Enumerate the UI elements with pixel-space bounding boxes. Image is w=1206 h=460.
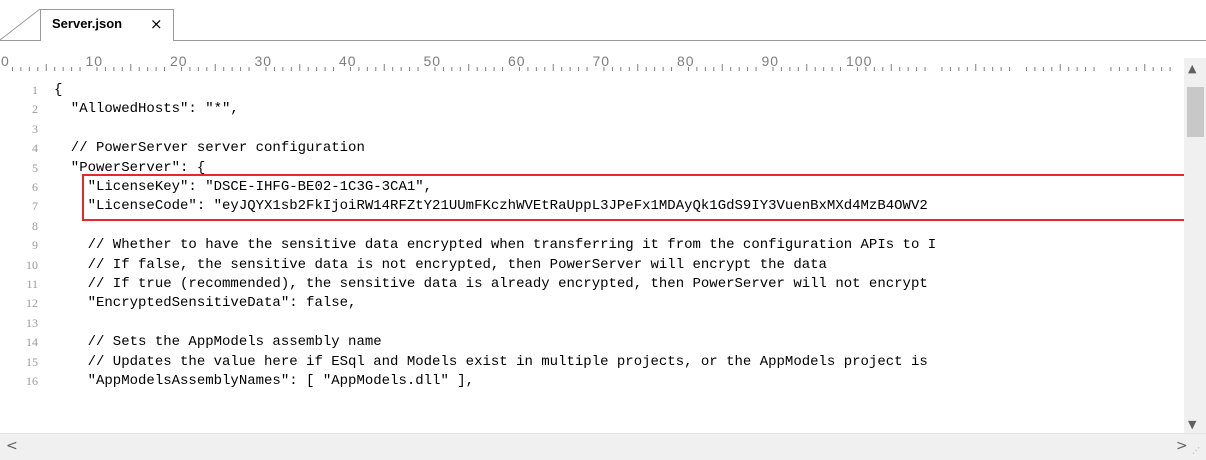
- code-editor[interactable]: 1{2 "AllowedHosts": "*", 3 4 // PowerServe…: [0, 77, 1184, 433]
- ruler-label: 90: [761, 53, 780, 69]
- code-line: 13: [0, 313, 1184, 332]
- tab-strip: Server.json ×: [0, 0, 1206, 41]
- code-line: 9 // Whether to have the sensitive data …: [0, 235, 1184, 254]
- code-line: 14 // Sets the AppModels assembly name: [0, 332, 1184, 351]
- line-number: 9: [32, 238, 38, 253]
- code-text[interactable]: // Updates the value here if ESql and Mo…: [54, 354, 928, 370]
- scroll-right-icon[interactable]: >: [1176, 438, 1188, 454]
- tab-divider: [174, 40, 1206, 41]
- code-line: 7 "LicenseCode": "eyJQYX1sb2FkIjoiRW14RF…: [0, 196, 1184, 215]
- code-text[interactable]: "AppModelsAssemblyNames": [ "AppModels.d…: [54, 373, 474, 389]
- line-number: 2: [32, 102, 38, 117]
- code-line: 15 // Updates the value here if ESql and…: [0, 352, 1184, 371]
- code-line: 16 "AppModelsAssemblyNames": [ "AppModel…: [0, 371, 1184, 390]
- line-number: 7: [32, 199, 38, 214]
- code-text[interactable]: // If true (recommended), the sensitive …: [54, 276, 928, 292]
- line-number: 8: [32, 218, 38, 233]
- line-number: 1: [32, 83, 38, 97]
- ruler-label: 0: [1, 53, 10, 69]
- code-text[interactable]: "LicenseKey": "DSCE-IHFG-BE02-1C3G-3CA1"…: [54, 179, 432, 195]
- ruler-label: 50: [423, 53, 442, 69]
- ruler-label: 70: [592, 53, 611, 69]
- line-number: 6: [32, 180, 38, 194]
- code-line: 1{: [0, 80, 1184, 99]
- line-number: 10: [26, 257, 38, 272]
- code-line: 4 // PowerServer server configuration: [0, 138, 1184, 157]
- line-number: 11: [26, 277, 38, 291]
- ruler-label: 20: [170, 53, 188, 69]
- code-line: 8: [0, 216, 1184, 235]
- scroll-down-icon[interactable]: ▼: [1188, 418, 1196, 431]
- ruler-label: 100: [846, 53, 873, 69]
- ruler-label: 40: [339, 53, 357, 69]
- line-number: 13: [26, 315, 38, 330]
- code-line: 10 // If false, the sensitive data is no…: [0, 255, 1184, 274]
- tab-divider: [0, 40, 40, 41]
- code-text[interactable]: {: [54, 82, 62, 98]
- ruler-label: 10: [85, 53, 104, 69]
- code-text[interactable]: // PowerServer server configuration: [54, 140, 365, 156]
- code-text[interactable]: "LicenseCode": "eyJQYX1sb2FkIjoiRW14RFZt…: [54, 198, 928, 214]
- horizontal-scrollbar[interactable]: [0, 433, 1206, 460]
- tab-server-json[interactable]: Server.json ×: [40, 9, 174, 41]
- ruler-label: 80: [677, 53, 695, 69]
- column-ruler: 0 10 20 30 40 50 60 70 80 90 100: [0, 53, 1206, 75]
- ruler-label: 30: [254, 53, 273, 69]
- code-line: 11 // If true (recommended), the sensiti…: [0, 274, 1184, 293]
- line-number: 14: [26, 335, 38, 350]
- close-icon[interactable]: ×: [150, 15, 163, 33]
- ruler-label: 60: [508, 53, 526, 69]
- code-text[interactable]: // Whether to have the sensitive data en…: [54, 237, 937, 253]
- code-text[interactable]: "AllowedHosts": "*",: [54, 101, 239, 117]
- resize-grip-icon[interactable]: ⋰: [1192, 446, 1200, 455]
- code-line: 3: [0, 119, 1184, 138]
- vertical-scroll-thumb[interactable]: [1187, 87, 1204, 137]
- code-text[interactable]: "PowerServer": {: [54, 160, 205, 176]
- tab-label: Server.json: [52, 16, 123, 31]
- scroll-left-icon[interactable]: <: [6, 438, 18, 454]
- code-text[interactable]: // If false, the sensitive data is not e…: [54, 257, 827, 273]
- line-number: 15: [26, 354, 38, 369]
- code-line: 2 "AllowedHosts": "*",: [0, 99, 1184, 118]
- line-number: 5: [32, 160, 38, 175]
- code-text[interactable]: // Sets the AppModels assembly name: [54, 334, 382, 350]
- code-text[interactable]: "EncryptedSensitiveData": false,: [54, 295, 357, 311]
- scroll-up-icon[interactable]: ▲: [1188, 62, 1196, 75]
- line-number: 16: [26, 374, 38, 388]
- line-number: 12: [26, 296, 38, 311]
- line-number: 3: [32, 121, 38, 136]
- code-line: 12 "EncryptedSensitiveData": false,: [0, 293, 1184, 312]
- code-line: 5 "PowerServer": {: [0, 158, 1184, 177]
- code-line: 6 "LicenseKey": "DSCE-IHFG-BE02-1C3G-3CA…: [0, 177, 1184, 196]
- line-number: 4: [32, 141, 38, 156]
